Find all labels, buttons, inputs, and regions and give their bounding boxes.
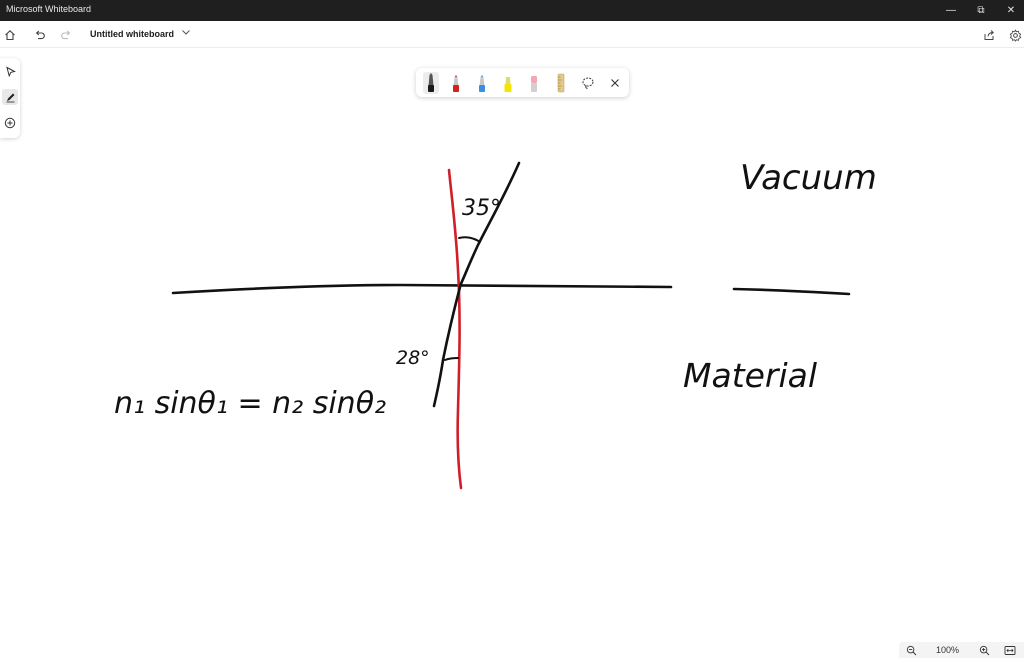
angle-arc-bottom (444, 357, 459, 361)
redo-icon (61, 30, 71, 40)
zoom-in-icon (979, 645, 989, 655)
share-icon (984, 30, 994, 40)
zoom-in-button[interactable] (977, 643, 991, 657)
minimize-button[interactable]: — (936, 0, 966, 21)
restore-button[interactable]: ⧉ (966, 0, 996, 21)
settings-icon (1009, 28, 1021, 42)
undo-icon (35, 30, 45, 40)
vacuum-label: Vacuum (740, 158, 877, 198)
board-title[interactable]: Untitled whiteboard (90, 29, 174, 39)
fit-to-screen-icon (1004, 645, 1016, 655)
home-button[interactable] (0, 25, 20, 45)
chevron-down-icon[interactable] (181, 27, 191, 37)
close-window-icon: ✕ (1006, 5, 1016, 16)
fit-to-screen-button[interactable] (1003, 643, 1017, 657)
separator-line (732, 287, 851, 296)
undo-button[interactable] (30, 25, 50, 45)
settings-button[interactable] (1005, 25, 1024, 45)
angle-top-label: 35° (462, 196, 501, 221)
app-toolbar: Untitled whiteboard (0, 21, 1024, 48)
title-bar: Microsoft Whiteboard — ⧉ ✕ (0, 0, 1024, 21)
refracted-ray (432, 285, 462, 408)
angle-bottom-label: 28° (396, 347, 430, 369)
home-icon (5, 30, 15, 41)
interface-line (171, 283, 673, 295)
share-button[interactable] (979, 25, 999, 45)
redo-button[interactable] (56, 25, 76, 45)
zoom-bar: 100% (899, 642, 1024, 658)
incident-ray (458, 161, 521, 288)
close-window-button[interactable]: ✕ (996, 0, 1024, 21)
snell-equation: n₁ sinθ₁ = n₂ sinθ₂ (114, 386, 386, 421)
restore-icon: ⧉ (977, 5, 985, 16)
zoom-out-button[interactable] (904, 643, 918, 657)
whiteboard-canvas[interactable]: Vacuum Material 35° 28° n₁ sinθ₁ = n₂ si… (0, 48, 1024, 638)
material-label: Material (683, 356, 817, 395)
angle-arc-top (458, 236, 481, 243)
minimize-icon: — (946, 5, 956, 16)
app-title: Microsoft Whiteboard (6, 4, 92, 14)
zoom-level: 100% (936, 645, 960, 655)
zoom-out-icon (906, 645, 916, 655)
